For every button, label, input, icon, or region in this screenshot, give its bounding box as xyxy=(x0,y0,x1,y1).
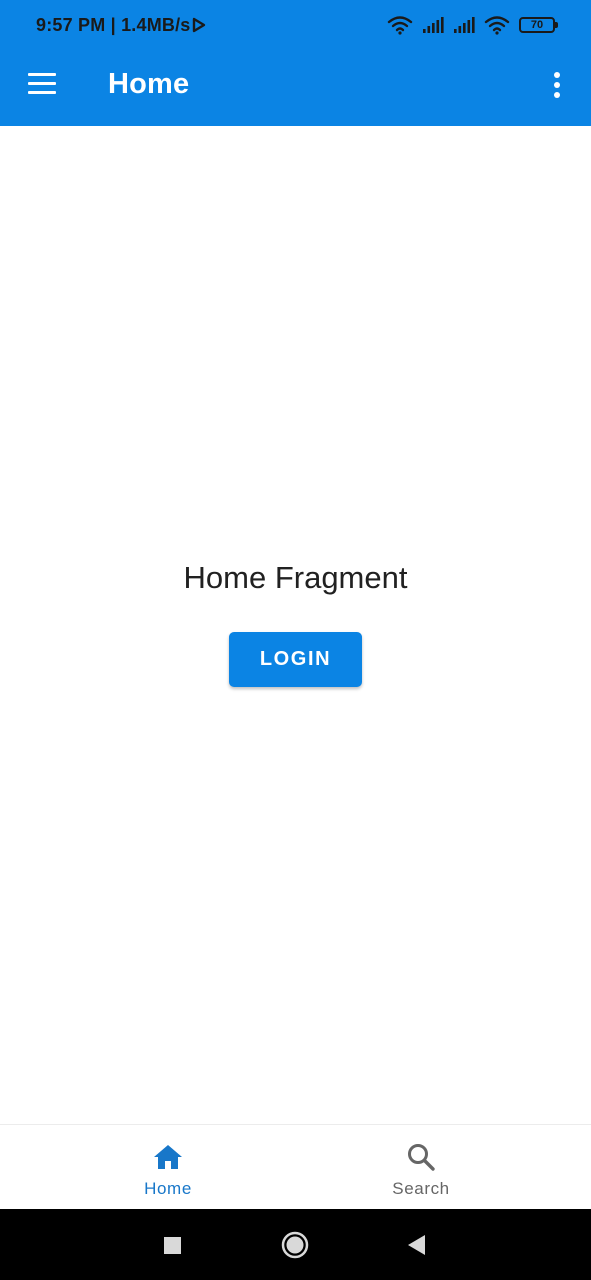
app-screen: 9:57 PM | 1.4MB/s 70 Home Home Fragment … xyxy=(0,0,591,1280)
login-button[interactable]: LOGIN xyxy=(229,632,362,687)
home-circle-icon[interactable] xyxy=(279,1229,311,1261)
play-outline-icon xyxy=(192,17,206,33)
wifi-icon xyxy=(484,16,510,35)
nav-label-search: Search xyxy=(392,1179,450,1198)
back-triangle-icon[interactable] xyxy=(400,1229,432,1261)
fragment-title: Home Fragment xyxy=(183,560,408,595)
more-vert-icon[interactable] xyxy=(547,70,567,100)
signal-icon xyxy=(423,17,444,33)
battery-icon: 70 xyxy=(519,17,558,33)
nav-item-search[interactable]: Search xyxy=(273,1125,569,1210)
main-content: Home Fragment LOGIN xyxy=(0,126,591,1124)
search-icon xyxy=(408,1144,435,1171)
page-title: Home xyxy=(108,68,190,100)
nav-item-home[interactable]: Home xyxy=(20,1125,316,1210)
top-app-area: 9:57 PM | 1.4MB/s 70 Home xyxy=(0,0,591,126)
wifi-icon xyxy=(387,16,413,35)
status-icons: 70 xyxy=(387,14,559,36)
recents-square-icon[interactable] xyxy=(156,1229,188,1261)
status-bar: 9:57 PM | 1.4MB/s 70 xyxy=(0,0,591,52)
battery-level: 70 xyxy=(530,19,544,31)
nav-label-home: Home xyxy=(144,1179,192,1198)
bottom-navigation: Home Search xyxy=(0,1124,591,1209)
status-time: 9:57 PM | 1.4MB/s xyxy=(36,15,191,35)
system-navigation-bar xyxy=(0,1209,591,1280)
signal-icon xyxy=(454,17,475,33)
hamburger-menu-icon[interactable] xyxy=(26,71,58,97)
home-icon xyxy=(154,1145,182,1169)
app-bar: Home xyxy=(0,52,591,126)
